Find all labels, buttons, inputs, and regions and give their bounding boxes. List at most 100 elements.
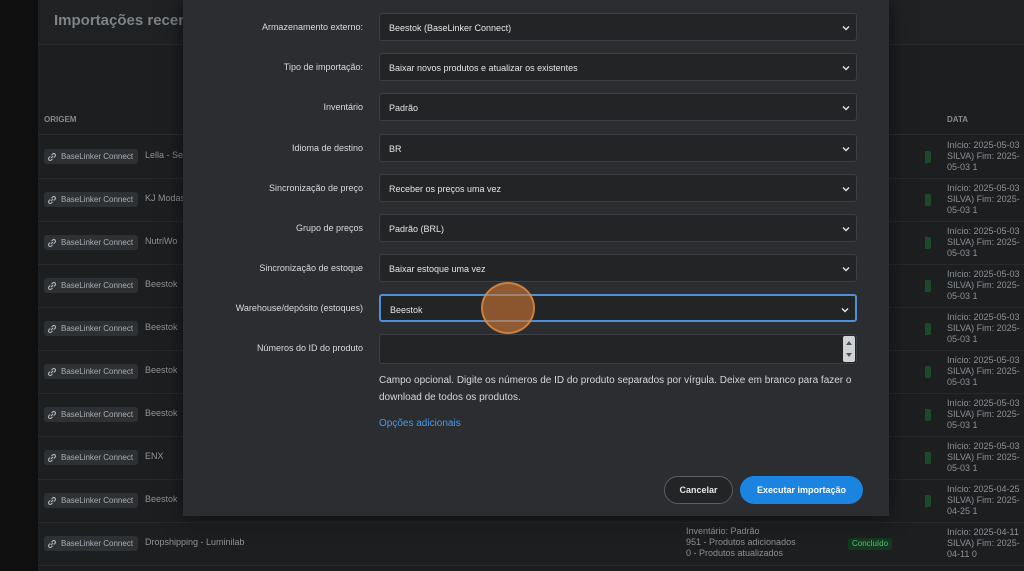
link-icon [47,152,57,161]
import-date: Início: 2025-05-03 SILVA) Fim: 2025-05-0… [947,355,1020,387]
source-chip: BaseLinker Connect [44,321,139,336]
form-row: Tipo de importação: Baixar novos produtos… [183,53,889,83]
status-badge-partial [925,452,931,464]
link-icon [47,195,57,204]
source-label: BaseLinker Connect [61,238,134,247]
form-row: Inventário Padrão [183,93,889,123]
source-chip: BaseLinker Connect [44,536,139,551]
link-icon [47,281,57,290]
source-chip: BaseLinker Connect [44,364,139,379]
source-chip: BaseLinker Connect [44,235,139,250]
import-date: Início: 2025-05-03 SILVA) Fim: 2025-05-0… [947,312,1020,344]
import-name: Beestok [145,279,178,289]
spinner-control[interactable] [843,336,855,362]
form-row: Sincronização de estoque Baixar estoque u… [183,254,889,284]
import-date: Início: 2025-05-03 SILVA) Fim: 2025-05-0… [947,226,1020,258]
cancel-button[interactable]: Cancelar [664,476,733,504]
source-label: BaseLinker Connect [61,152,134,161]
status-badge-partial [925,366,931,378]
source-label: BaseLinker Connect [61,324,134,333]
last-row-summary: Inventário: Padrão 951 - Produtos adicio… [686,526,796,558]
link-icon [47,367,57,376]
source-chip: BaseLinker Connect [44,407,139,422]
link-icon [47,453,57,462]
status-badge-partial [925,237,931,249]
field-select[interactable]: Padrão (BRL) [379,214,857,242]
source-chip: BaseLinker Connect [44,278,139,293]
link-icon [47,238,57,247]
click-indicator [481,282,535,334]
import-name: ENX [145,451,164,461]
field-label: Grupo de preços [295,223,363,233]
source-label: BaseLinker Connect [61,539,134,548]
column-header-origem: ORIGEM [44,115,77,124]
import-name: Beestok [145,322,178,332]
chevron-down-icon [842,26,850,31]
link-icon [47,496,57,505]
status-badge-partial [925,495,931,507]
select-value: BR [389,143,402,154]
form-row: Idioma de destino BR [183,133,889,164]
source-chip: BaseLinker Connect [44,149,139,164]
field-select[interactable]: Padrão [379,93,857,122]
source-chip: BaseLinker Connect [44,450,139,465]
import-date: Início: 2025-05-03 SILVA) Fim: 2025-05-0… [947,269,1020,301]
field-select[interactable]: Beestok [379,294,857,323]
import-name: Beestok [145,494,178,504]
help-text: Campo opcional. Digite os números de ID … [379,375,852,403]
status-badge-partial [925,194,931,206]
import-date: Início: 2025-04-25 SILVA) Fim: 2025-04-2… [947,484,1020,516]
status-badge-partial [925,323,931,335]
source-label: BaseLinker Connect [61,195,134,204]
field-label: Tipo de importação: [283,62,363,73]
select-value: Receber os preços uma vez [389,183,502,194]
field-label: Idioma de destino [291,142,363,153]
select-value: Padrão (BRL) [389,224,445,234]
chevron-down-icon [842,106,850,111]
select-value: Beestok (BaseLinker Connect) [389,23,512,33]
import-name: Beestok [145,408,178,418]
spinner-arrows-icon [846,341,852,357]
field-label: Inventário [323,102,363,113]
import-date: Início: 2025-05-03 SILVA) Fim: 2025-05-0… [947,441,1020,473]
form-row: Grupo de preços Padrão (BRL) [183,214,889,244]
chevron-down-icon [842,146,850,152]
field-label: Sincronização de estoque [259,263,363,274]
select-value: Beestok [390,305,423,316]
field-label: Armazenamento externo: [261,22,363,32]
field-select[interactable]: BR [379,133,857,162]
import-name: KJ Modas [145,193,186,203]
import-name: Dropshipping - Luminilab [145,537,245,547]
product-id-input[interactable] [379,334,857,364]
field-select[interactable]: Baixar estoque uma vez [379,254,857,283]
source-label: BaseLinker Connect [61,453,134,462]
run-import-button[interactable]: Executar importação [740,476,863,504]
field-label: Warehouse/depósito (estoques) [235,303,363,314]
source-chip: BaseLinker Connect [44,493,139,508]
link-icon [47,539,57,548]
status-badge-partial [925,151,931,163]
field-label: Sincronização de preço [268,182,363,193]
link-icon [47,410,57,419]
status-badge-partial [925,409,931,421]
import-modal: Armazenamento externo: Beestok (BaseLinke… [183,0,889,516]
additional-options-link[interactable]: Opções adicionais [379,418,461,429]
source-label: BaseLinker Connect [61,281,134,290]
import-name: Beestok [145,365,178,375]
column-header-data: DATA [947,115,969,124]
import-date: Início: 2025-05-03 SILVA) Fim: 2025-05-0… [947,398,1020,430]
chevron-down-icon [841,308,849,313]
field-select[interactable]: Baixar novos produtos e atualizar os exi… [379,53,857,82]
import-name: NutriWo [145,236,178,246]
field-select[interactable]: Receber os preços uma vez [379,173,857,202]
field-select[interactable]: Beestok (BaseLinker Connect) [379,13,857,41]
source-label: BaseLinker Connect [61,367,134,376]
chevron-down-icon [842,186,850,192]
chevron-down-icon [842,227,850,232]
form-row: Armazenamento externo: Beestok (BaseLinke… [183,13,889,43]
source-label: BaseLinker Connect [61,410,134,419]
link-icon [47,324,57,333]
product-id-label: Números do ID do produto [256,343,363,353]
source-label: BaseLinker Connect [61,496,134,505]
import-name: Lella - Se [145,150,184,160]
